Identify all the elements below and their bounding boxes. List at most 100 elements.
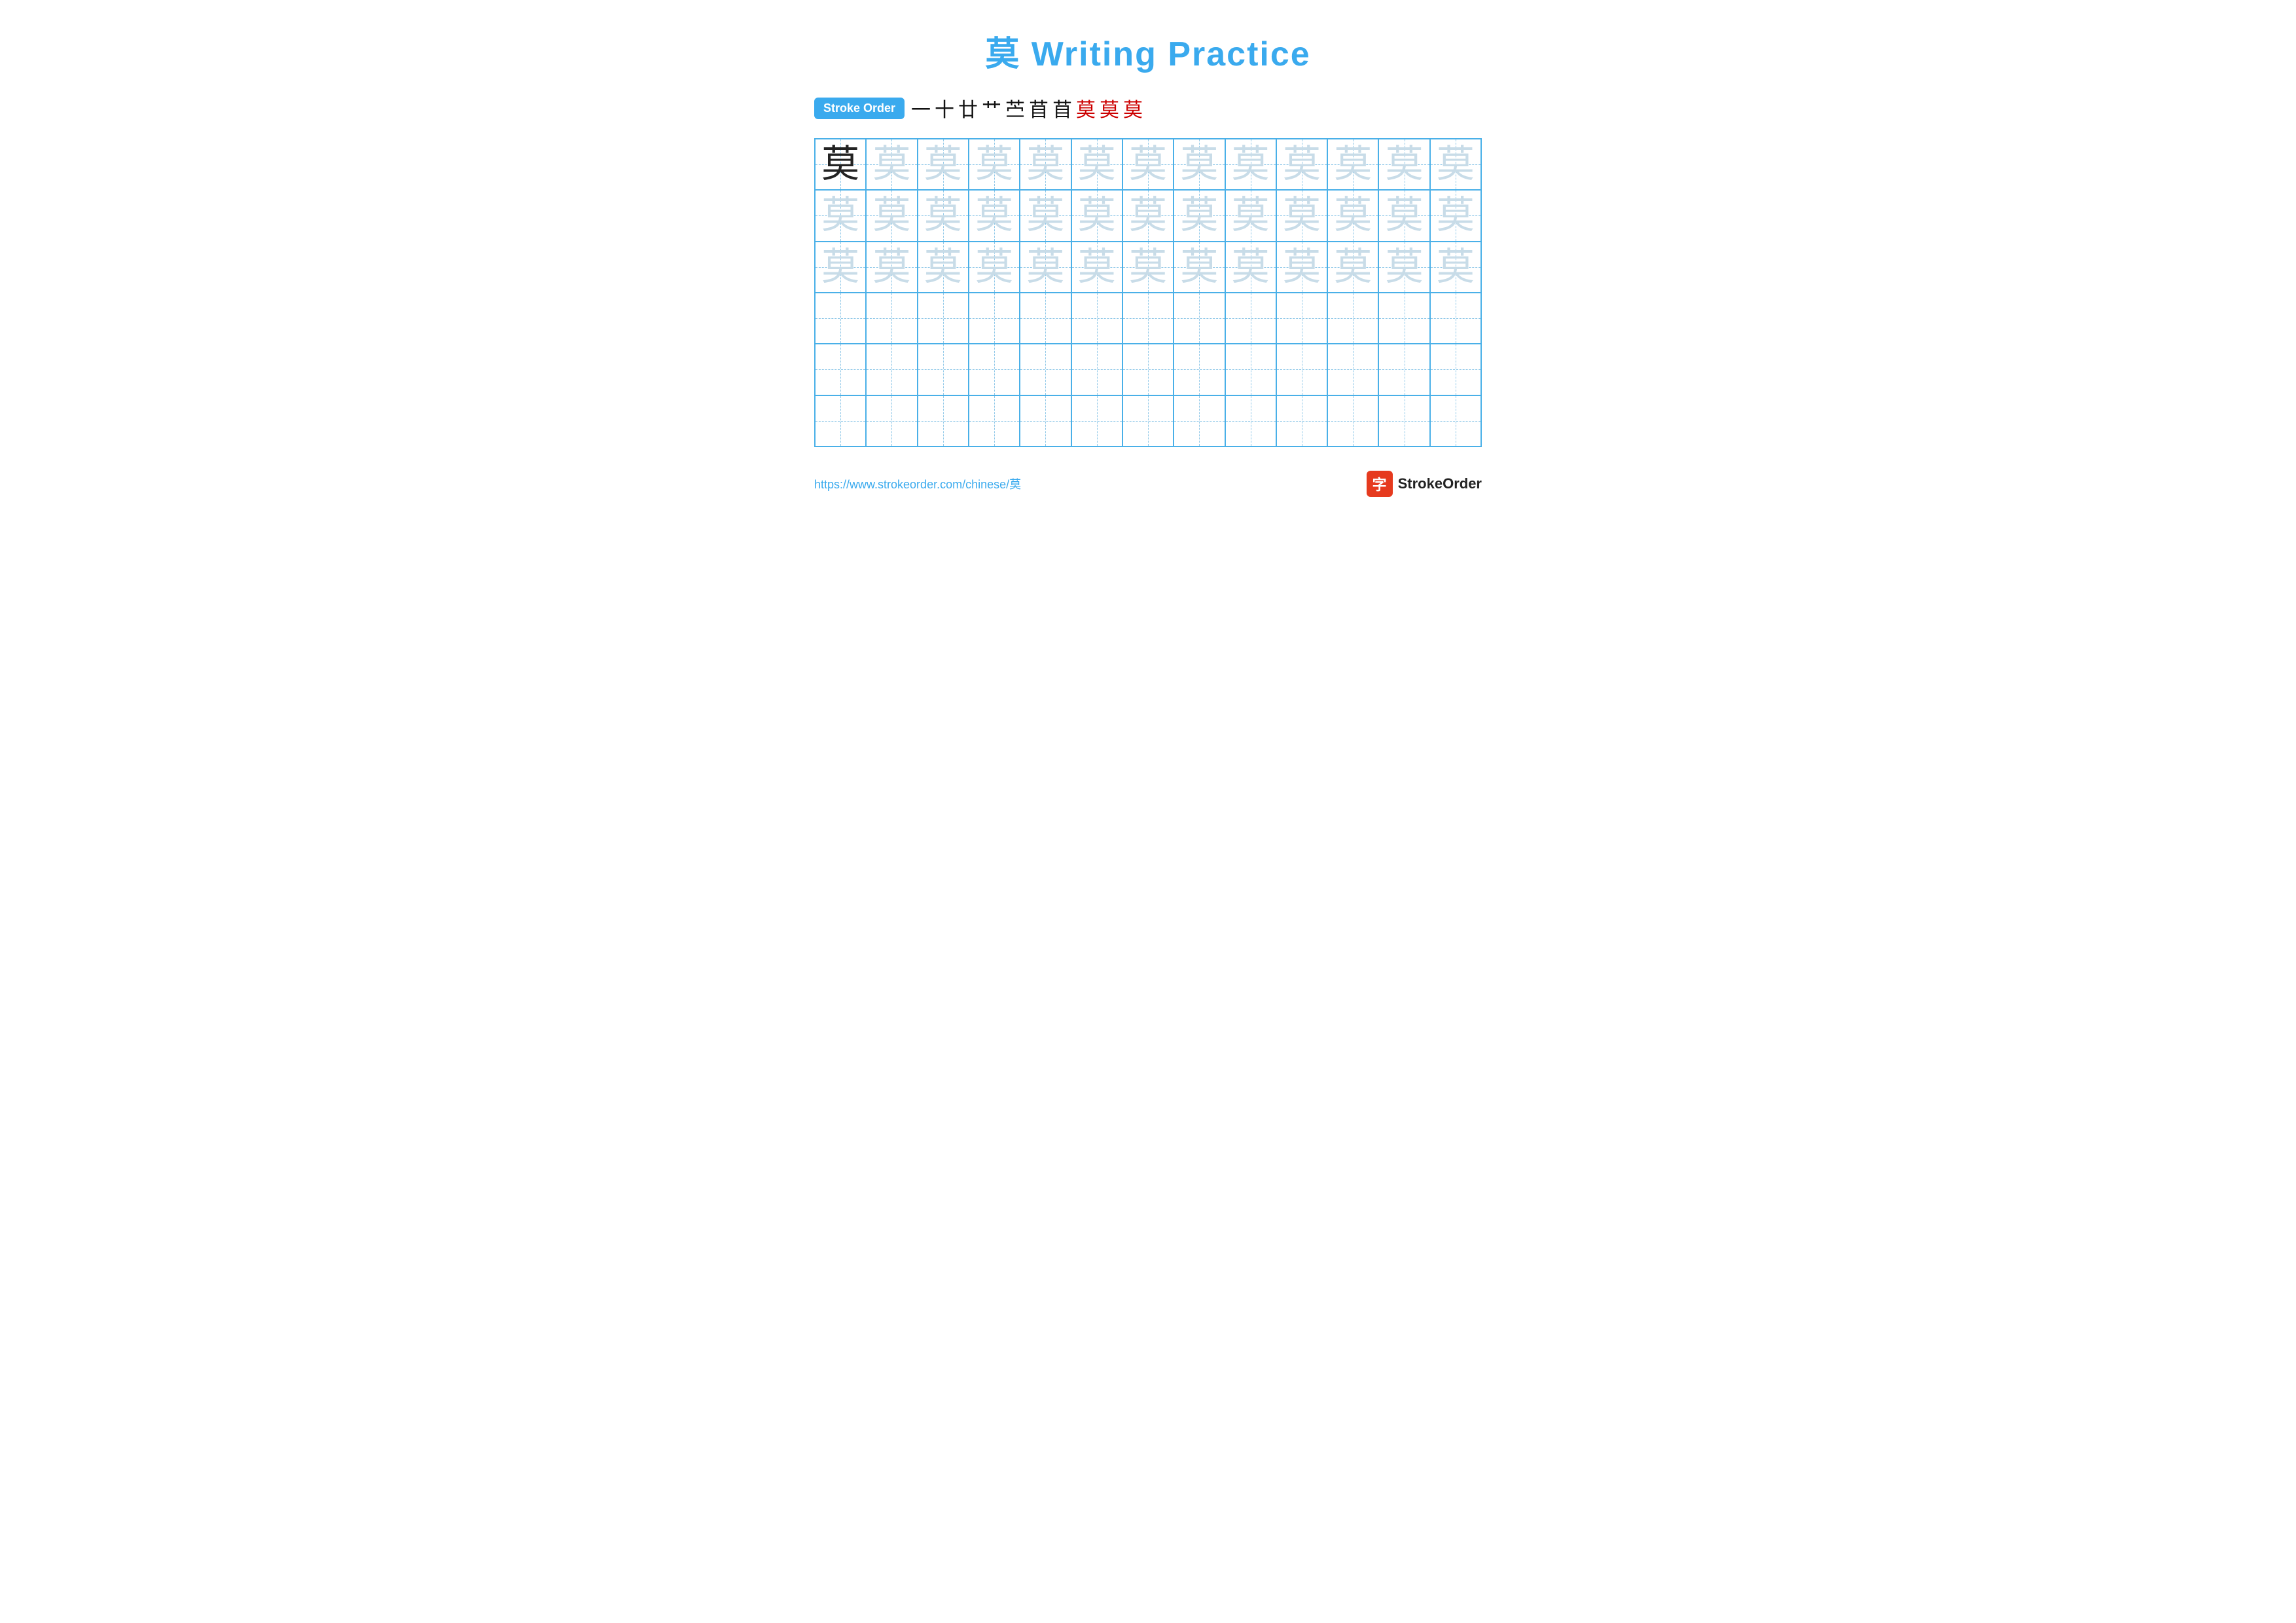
grid-cell: 莫 [815, 242, 866, 293]
cell-character: 莫 [924, 145, 962, 183]
cell-character: 莫 [1437, 248, 1475, 286]
grid-cell [1276, 395, 1327, 447]
grid-cell [1378, 395, 1429, 447]
cell-character: 莫 [1078, 196, 1116, 234]
stroke-char: 十 [935, 94, 954, 122]
stroke-order-badge: Stroke Order [814, 98, 905, 119]
grid-row: 莫莫莫莫莫莫莫莫莫莫莫莫莫 [815, 242, 1481, 293]
grid-cell: 莫 [1378, 242, 1429, 293]
cell-character: 莫 [1078, 145, 1116, 183]
grid-cell [1327, 395, 1378, 447]
grid-cell [1225, 293, 1276, 344]
cell-character: 莫 [1026, 196, 1064, 234]
grid-cell: 莫 [1020, 190, 1071, 241]
grid-cell: 莫 [1122, 242, 1174, 293]
footer-brand: 字 StrokeOrder [1367, 471, 1482, 497]
grid-cell: 莫 [1378, 139, 1429, 190]
cell-character: 莫 [1026, 145, 1064, 183]
grid-cell [1378, 344, 1429, 395]
grid-cell: 莫 [1122, 139, 1174, 190]
grid-cell: 莫 [969, 242, 1020, 293]
grid-cell: 莫 [1378, 190, 1429, 241]
cell-character: 莫 [1129, 145, 1167, 183]
grid-row [815, 395, 1481, 447]
grid-cell [1225, 395, 1276, 447]
cell-character: 莫 [1386, 196, 1424, 234]
grid-cell [1276, 293, 1327, 344]
stroke-char: 莫 [1123, 94, 1143, 122]
grid-cell: 莫 [1174, 139, 1225, 190]
cell-character: 莫 [1283, 145, 1321, 183]
grid-cell [918, 344, 969, 395]
stroke-char: 一 [911, 94, 931, 122]
stroke-order-row: Stroke Order 一十廿艹苎苜苜莫莫莫 [814, 94, 1482, 122]
grid-cell [1071, 293, 1122, 344]
cell-character: 莫 [1437, 145, 1475, 183]
grid-cell: 莫 [1276, 190, 1327, 241]
stroke-char: 苜 [1029, 94, 1049, 122]
grid-cell [969, 293, 1020, 344]
grid-cell: 莫 [1327, 190, 1378, 241]
footer: https://www.strokeorder.com/chinese/莫 字 … [814, 471, 1482, 497]
grid-row: 莫莫莫莫莫莫莫莫莫莫莫莫莫 [815, 139, 1481, 190]
grid-cell: 莫 [1071, 242, 1122, 293]
grid-cell: 莫 [1071, 190, 1122, 241]
grid-cell [1020, 344, 1071, 395]
stroke-char: 艹 [982, 94, 1001, 122]
cell-character: 莫 [1386, 248, 1424, 286]
cell-character: 莫 [1180, 145, 1218, 183]
grid-cell [1122, 395, 1174, 447]
cell-character: 莫 [1386, 145, 1424, 183]
grid-cell [1327, 344, 1378, 395]
grid-cell: 莫 [866, 190, 917, 241]
grid-cell [1276, 344, 1327, 395]
grid-cell [1378, 293, 1429, 344]
cell-character: 莫 [1437, 196, 1475, 234]
grid-cell [1327, 293, 1378, 344]
cell-character: 莫 [1180, 196, 1218, 234]
cell-character: 莫 [872, 145, 910, 183]
grid-cell: 莫 [918, 242, 969, 293]
grid-cell [815, 293, 866, 344]
grid-cell [866, 395, 917, 447]
grid-cell [1430, 395, 1481, 447]
grid-cell [1174, 344, 1225, 395]
brand-label: StrokeOrder [1398, 475, 1482, 492]
footer-url[interactable]: https://www.strokeorder.com/chinese/莫 [814, 475, 1021, 492]
cell-character: 莫 [975, 196, 1013, 234]
grid-cell: 莫 [1174, 190, 1225, 241]
stroke-chars: 一十廿艹苎苜苜莫莫莫 [911, 94, 1143, 122]
grid-cell: 莫 [1430, 190, 1481, 241]
cell-character: 莫 [975, 248, 1013, 286]
grid-cell: 莫 [918, 139, 969, 190]
cell-character: 莫 [1334, 145, 1372, 183]
grid-cell: 莫 [1276, 242, 1327, 293]
stroke-char: 苎 [1005, 94, 1025, 122]
page-title: 莫 Writing Practice [814, 26, 1482, 75]
cell-character: 莫 [924, 248, 962, 286]
grid-cell: 莫 [1071, 139, 1122, 190]
grid-cell: 莫 [1430, 139, 1481, 190]
cell-character: 莫 [1283, 196, 1321, 234]
brand-icon: 字 [1367, 471, 1393, 497]
grid-cell [1430, 293, 1481, 344]
grid-cell [1122, 293, 1174, 344]
grid-cell [1071, 395, 1122, 447]
grid-cell: 莫 [1225, 242, 1276, 293]
grid-cell [1020, 293, 1071, 344]
cell-character: 莫 [872, 196, 910, 234]
cell-character: 莫 [924, 196, 962, 234]
cell-character: 莫 [1232, 196, 1270, 234]
grid-cell [1122, 344, 1174, 395]
grid-cell: 莫 [1020, 139, 1071, 190]
cell-character: 莫 [1232, 248, 1270, 286]
cell-character: 莫 [1129, 196, 1167, 234]
stroke-char: 莫 [1076, 94, 1096, 122]
grid-cell [1174, 395, 1225, 447]
stroke-char: 莫 [1100, 94, 1119, 122]
cell-character: 莫 [1334, 248, 1372, 286]
grid-cell: 莫 [918, 190, 969, 241]
practice-grid: 莫莫莫莫莫莫莫莫莫莫莫莫莫莫莫莫莫莫莫莫莫莫莫莫莫莫莫莫莫莫莫莫莫莫莫莫莫莫莫 [814, 138, 1482, 447]
cell-character: 莫 [872, 248, 910, 286]
grid-cell [918, 293, 969, 344]
